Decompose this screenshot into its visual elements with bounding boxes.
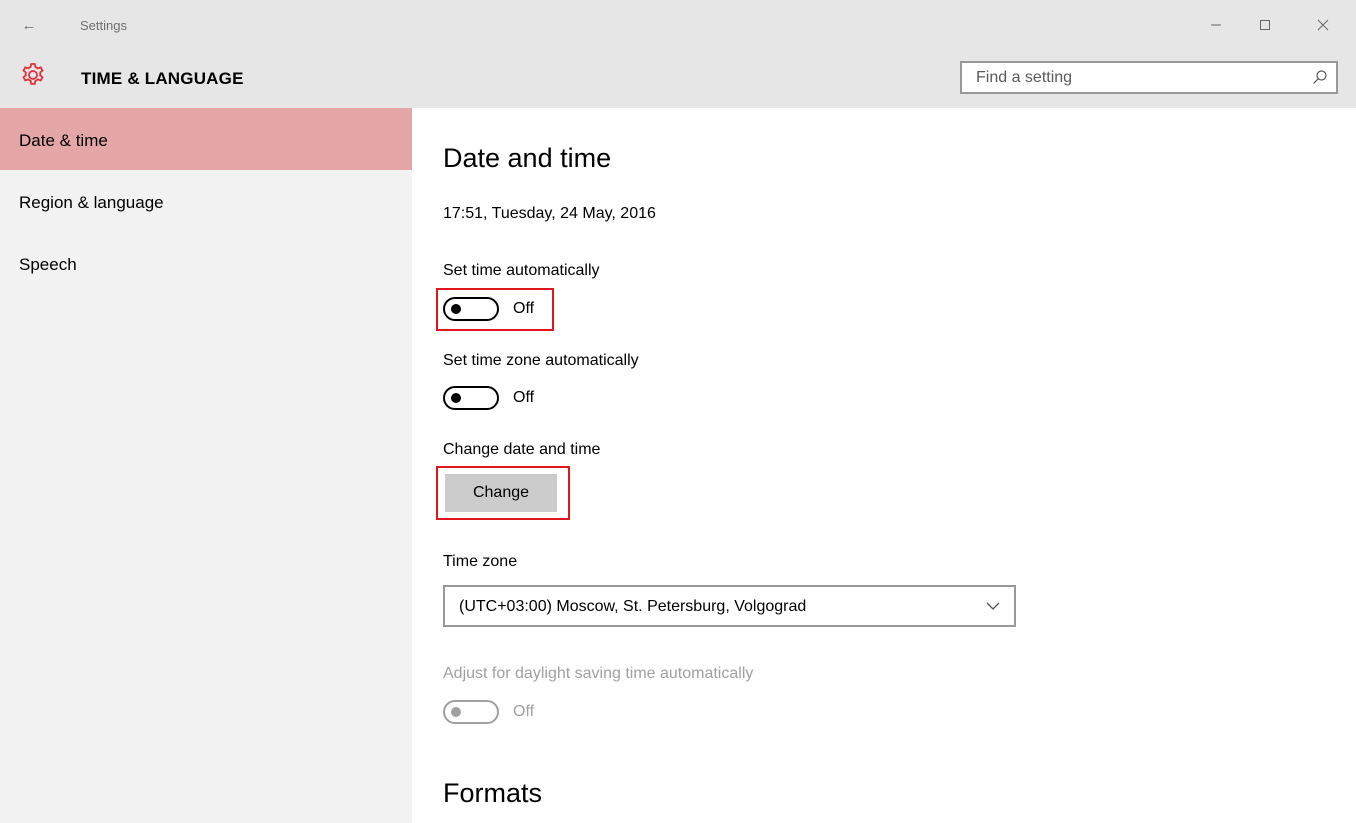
set-time-auto-toggle[interactable] <box>443 297 499 321</box>
daylight-saving-toggle-row: Off <box>443 699 534 725</box>
daylight-saving-toggle <box>443 700 499 724</box>
title-bar: ← Settings <box>0 0 1356 52</box>
search-box[interactable] <box>960 61 1338 94</box>
set-timezone-auto-toggle-row[interactable]: Off <box>443 385 534 411</box>
formats-heading: Formats <box>443 778 543 808</box>
set-timezone-auto-toggle[interactable] <box>443 386 499 410</box>
toggle-knob <box>451 393 461 403</box>
set-time-auto-toggle-row[interactable]: Off <box>443 296 534 322</box>
sidebar-item-date-time[interactable]: Date & time <box>0 108 412 170</box>
time-zone-select[interactable]: (UTC+03:00) Moscow, St. Petersburg, Volg… <box>443 585 1016 627</box>
search-input[interactable] <box>962 63 1292 92</box>
change-button[interactable]: Change <box>445 474 557 512</box>
toggle-knob <box>451 707 461 717</box>
sidebar: Date & time Region & language Speech <box>0 108 412 823</box>
toggle-state: Off <box>513 389 535 406</box>
toggle-knob <box>451 304 461 314</box>
daylight-saving-label: Adjust for daylight saving time automati… <box>443 665 754 682</box>
section-title: TIME & LANGUAGE <box>81 69 244 88</box>
gear-icon <box>22 63 44 85</box>
minimize-button[interactable] <box>1201 10 1231 40</box>
current-datetime: 17:51, Tuesday, 24 May, 2016 <box>443 205 656 222</box>
set-timezone-auto-label: Set time zone automatically <box>443 352 639 369</box>
settings-header: TIME & LANGUAGE <box>0 52 1356 108</box>
sidebar-item-label: Region & language <box>19 193 164 212</box>
sidebar-item-label: Date & time <box>19 131 108 150</box>
app-title: Settings <box>80 18 127 33</box>
time-zone-label: Time zone <box>443 553 518 570</box>
chevron-down-icon <box>986 602 1000 610</box>
main-content: Date and time 17:51, Tuesday, 24 May, 20… <box>412 108 1356 823</box>
toggle-state: Off <box>513 703 535 720</box>
sidebar-item-speech[interactable]: Speech <box>0 232 412 294</box>
close-icon <box>1317 19 1329 31</box>
back-arrow-icon[interactable]: ← <box>17 14 41 38</box>
sidebar-item-label: Speech <box>19 255 77 274</box>
sidebar-item-region-language[interactable]: Region & language <box>0 170 412 232</box>
search-icon[interactable] <box>1312 69 1328 85</box>
set-time-auto-label: Set time automatically <box>443 262 600 279</box>
page-title: Date and time <box>443 143 612 173</box>
change-datetime-label: Change date and time <box>443 441 601 458</box>
time-zone-value: (UTC+03:00) Moscow, St. Petersburg, Volg… <box>459 598 807 615</box>
minimize-icon <box>1211 24 1221 26</box>
close-button[interactable] <box>1308 10 1338 40</box>
maximize-button[interactable] <box>1250 10 1280 40</box>
toggle-state: Off <box>513 300 535 317</box>
maximize-icon <box>1260 20 1270 30</box>
